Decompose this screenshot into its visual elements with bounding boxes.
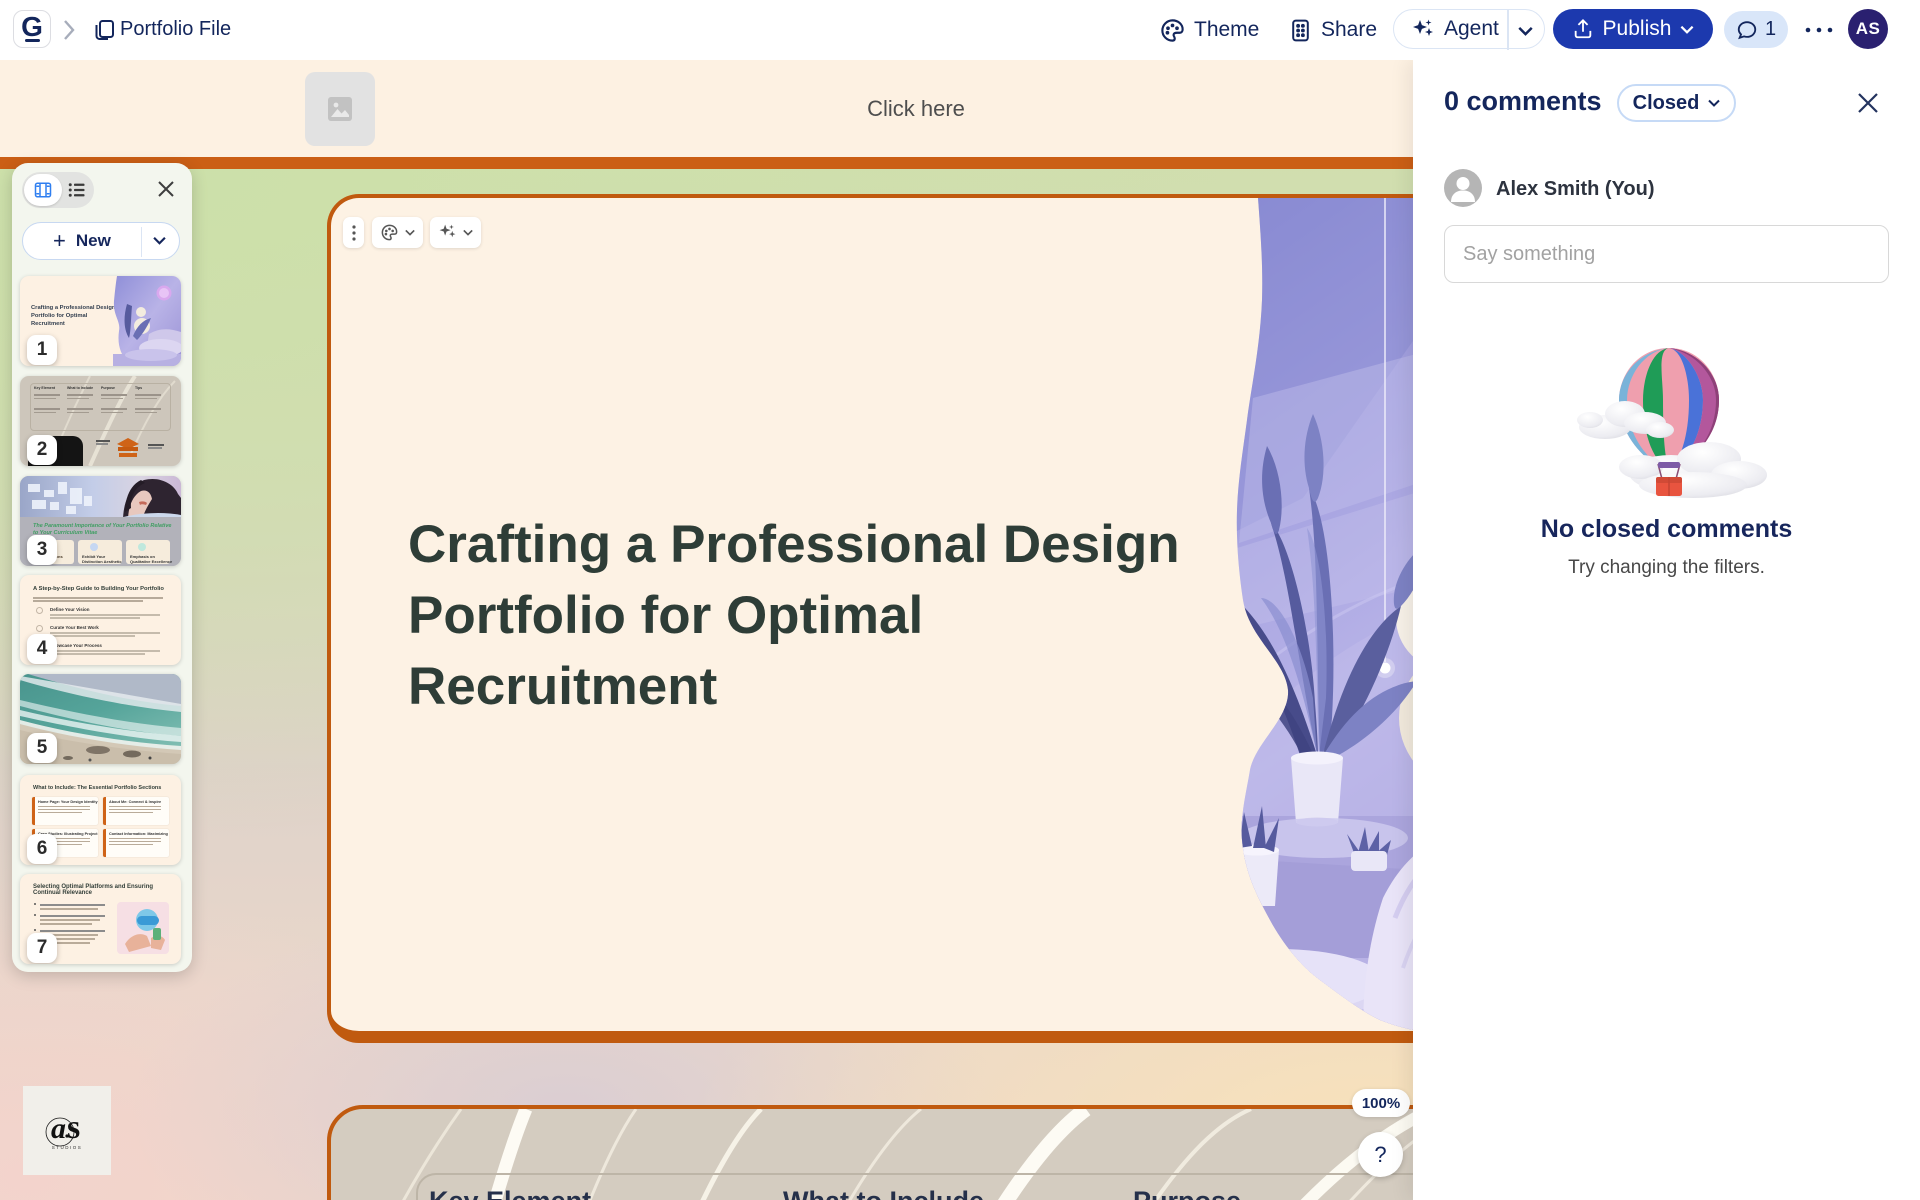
svg-text:a: a [51, 1112, 66, 1145]
svg-text:STUDIOS: STUDIOS [52, 1145, 83, 1150]
svg-text:s: s [67, 1109, 80, 1146]
